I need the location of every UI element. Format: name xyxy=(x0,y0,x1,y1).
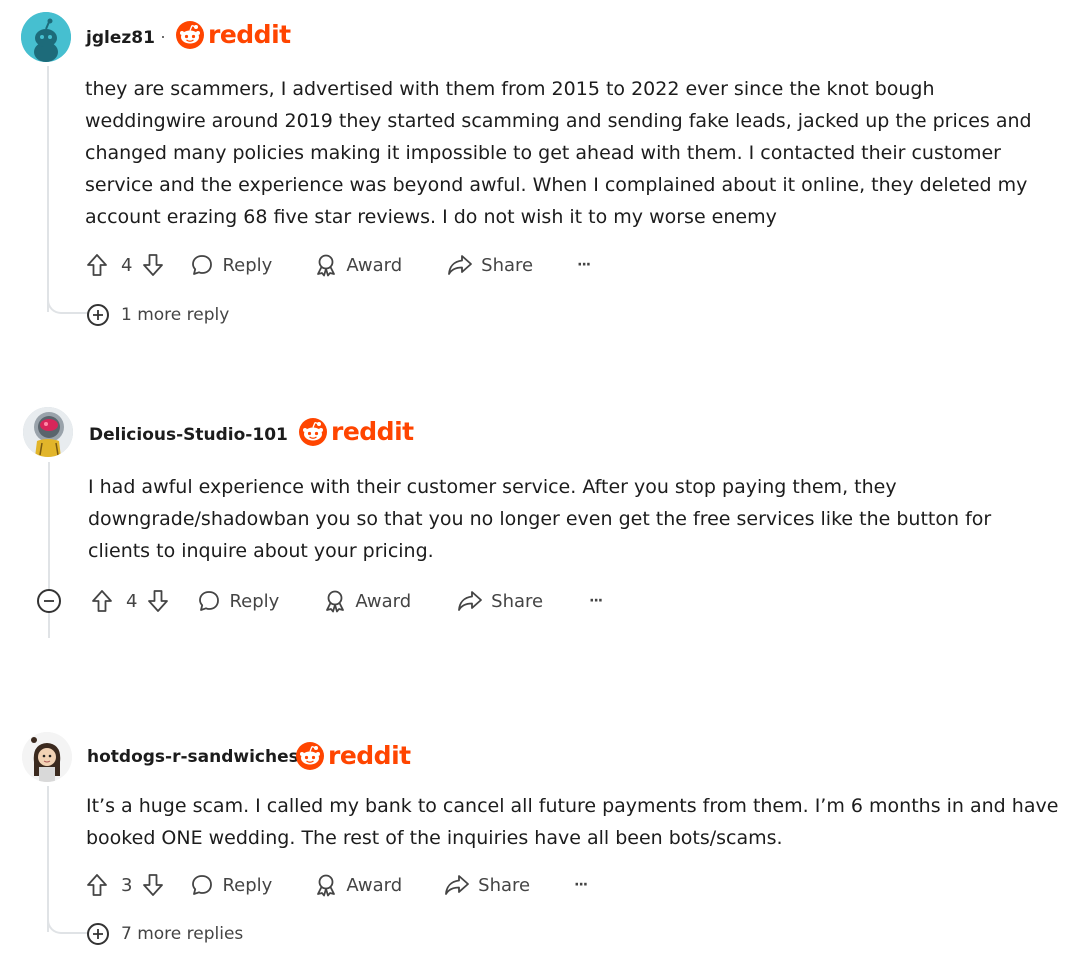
username[interactable]: jglez81 xyxy=(86,28,155,48)
upvote-icon xyxy=(87,254,107,276)
upvote-button[interactable] xyxy=(91,589,113,613)
downvote-icon xyxy=(148,590,169,612)
comment-body: they are scammers, I advertised with the… xyxy=(85,73,1032,233)
comment-line: clients to inquire about your pricing. xyxy=(88,540,434,562)
snoo-icon xyxy=(176,20,204,49)
overflow-menu-button[interactable]: ··· xyxy=(589,593,603,609)
collapse-icon xyxy=(44,600,54,602)
award-icon xyxy=(317,254,336,277)
reddit-brand: reddit xyxy=(176,20,291,49)
share-button[interactable]: Share xyxy=(447,253,533,277)
comment-line: changed many policies making it impossib… xyxy=(85,142,1001,164)
vote-count: 4 xyxy=(126,590,138,612)
reply-button[interactable]: Reply xyxy=(190,253,272,277)
downvote-icon xyxy=(143,874,164,896)
award-label: Award xyxy=(355,590,412,612)
reddit-brand: reddit xyxy=(299,417,414,446)
award-button[interactable]: Award xyxy=(314,873,402,897)
comment-line: downgrade/shadowban you so that you no l… xyxy=(88,508,992,530)
avatar[interactable] xyxy=(21,12,71,62)
username[interactable]: hotdogs-r-sandwiches xyxy=(87,747,299,767)
award-button[interactable]: Award xyxy=(314,253,402,277)
snoo-icon xyxy=(299,417,327,446)
avatar[interactable] xyxy=(22,732,72,782)
action-bar: 4 Reply Award Share ··· xyxy=(91,584,603,618)
brand-label: reddit xyxy=(331,417,414,446)
brand-label: reddit xyxy=(208,20,291,49)
comment-line: account erazing 68 five star reviews. I … xyxy=(85,206,777,228)
comment-body: It’s a huge scam. I called my bank to ca… xyxy=(86,790,1058,854)
separator-dot: · xyxy=(160,26,166,46)
snoo-icon xyxy=(296,741,324,770)
expand-icon xyxy=(87,304,109,326)
comment-line: weddingwire around 2019 they started sca… xyxy=(85,110,1032,132)
comment-body: I had awful experience with their custom… xyxy=(88,471,991,567)
comment-line: It’s a huge scam. I called my bank to ca… xyxy=(86,795,1059,817)
vote-count: 4 xyxy=(121,254,133,276)
upvote-icon xyxy=(92,590,112,612)
award-button[interactable]: Award xyxy=(323,589,411,613)
comment-line: they are scammers, I advertised with the… xyxy=(85,78,935,100)
vote-count: 3 xyxy=(121,874,133,896)
downvote-button[interactable] xyxy=(142,873,164,897)
share-label: Share xyxy=(491,590,544,612)
action-bar: 3 Reply Award Share ··· xyxy=(86,868,588,902)
share-button[interactable]: Share xyxy=(457,589,543,613)
username[interactable]: Delicious-Studio-101 xyxy=(89,425,288,445)
award-label: Award xyxy=(346,874,403,896)
reply-label: Reply xyxy=(222,874,273,896)
comment-line: I had awful experience with their custom… xyxy=(88,476,897,498)
expand-icon xyxy=(87,923,109,945)
share-icon xyxy=(448,255,473,275)
overflow-menu-button[interactable]: ··· xyxy=(574,877,588,893)
downvote-button[interactable] xyxy=(147,589,169,613)
reply-label: Reply xyxy=(229,590,280,612)
more-replies-label: 1 more reply xyxy=(121,305,230,325)
reply-icon xyxy=(192,875,213,895)
thread-branch xyxy=(47,882,89,934)
share-label: Share xyxy=(481,254,534,276)
brand-label: reddit xyxy=(328,741,411,770)
collapse-button[interactable] xyxy=(37,589,61,613)
upvote-icon xyxy=(87,874,107,896)
upvote-button[interactable] xyxy=(86,873,108,897)
more-replies-button[interactable]: 7 more replies xyxy=(87,923,243,945)
reply-button[interactable]: Reply xyxy=(190,873,272,897)
reddit-brand: reddit xyxy=(296,741,411,770)
upvote-button[interactable] xyxy=(86,253,108,277)
award-label: Award xyxy=(346,254,403,276)
share-icon xyxy=(445,875,470,895)
reply-label: Reply xyxy=(222,254,273,276)
reply-button[interactable]: Reply xyxy=(197,589,279,613)
share-label: Share xyxy=(478,874,531,896)
comment-line: booked ONE wedding. The rest of the inqu… xyxy=(86,827,783,849)
reply-icon xyxy=(192,255,213,275)
more-replies-label: 7 more replies xyxy=(121,924,244,944)
award-icon xyxy=(326,590,345,613)
share-icon xyxy=(458,591,483,611)
action-bar: 4 Reply Award Share ··· xyxy=(86,248,591,282)
award-icon xyxy=(317,874,336,897)
downvote-icon xyxy=(143,254,164,276)
downvote-button[interactable] xyxy=(142,253,164,277)
thread-branch xyxy=(47,262,89,314)
overflow-menu-button[interactable]: ··· xyxy=(577,257,591,273)
more-replies-button[interactable]: 1 more reply xyxy=(87,304,229,326)
avatar[interactable] xyxy=(23,407,73,457)
comment-line: service and the experience was beyond aw… xyxy=(85,174,1028,196)
share-button[interactable]: Share xyxy=(444,873,530,897)
reply-icon xyxy=(199,591,220,611)
